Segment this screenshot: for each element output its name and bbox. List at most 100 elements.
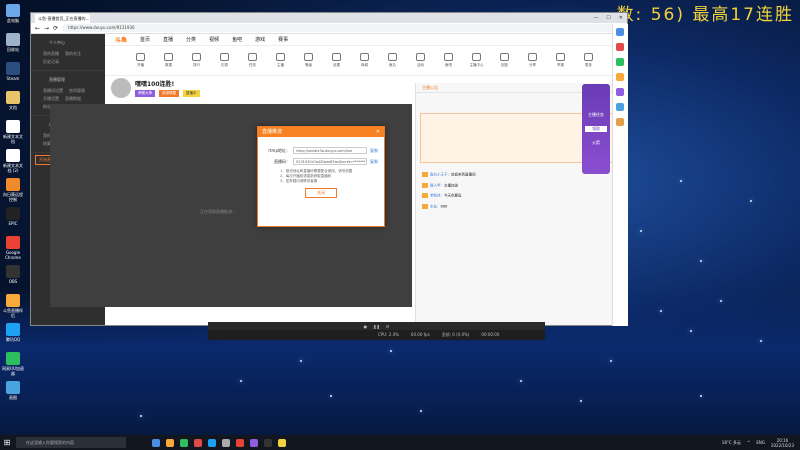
streamer-avatar[interactable]: [111, 78, 131, 98]
tool-label: 开播: [137, 63, 144, 67]
code-field[interactable]: 9131930rOa4ZIwzsB?wsSecret=*******: [293, 158, 367, 165]
clock[interactable]: 20:16 2022/10/23: [771, 438, 794, 448]
desktop-icon[interactable]: Google Chrome: [2, 236, 24, 260]
address-input[interactable]: https://www.douyu.com/9131930: [62, 24, 613, 32]
sidebar-item[interactable]: 直播间设置: [43, 88, 63, 94]
room-tag[interactable]: 英雄联盟: [159, 90, 179, 97]
side-tool-icon[interactable]: [616, 88, 624, 96]
nav-link[interactable]: 直播: [163, 36, 173, 43]
side-tool-icon[interactable]: [616, 28, 624, 36]
maximize-button[interactable]: ☐: [606, 15, 610, 21]
nav-link[interactable]: 首页: [140, 36, 150, 43]
nav-link[interactable]: 赛事: [278, 36, 288, 43]
tool-button[interactable]: 数据: [159, 53, 178, 68]
dialog-close-icon[interactable]: ✕: [376, 127, 380, 137]
tool-icon: [164, 53, 173, 61]
start-icon[interactable]: ⊞: [0, 435, 14, 450]
nav-link[interactable]: 游戏: [255, 36, 265, 43]
copy-code-button[interactable]: 复制: [370, 159, 378, 165]
side-tool-icon[interactable]: [616, 103, 624, 111]
taskbar-app-icon[interactable]: [166, 438, 174, 447]
tray-up-icon[interactable]: ^: [747, 440, 750, 445]
desktop-icon[interactable]: 斗鱼直播伴侣: [2, 294, 24, 318]
nav-link[interactable]: 分类: [186, 36, 196, 43]
tool-button[interactable]: 等级: [299, 53, 318, 68]
desktop-icon[interactable]: 腾讯QQ: [2, 323, 24, 342]
tool-button[interactable]: 举报: [551, 53, 570, 68]
tool-button[interactable]: 设置: [327, 53, 346, 68]
nav-link[interactable]: 视频: [209, 36, 219, 43]
tool-button[interactable]: 回放: [495, 53, 514, 68]
sidebar-item[interactable]: 历史记录: [43, 59, 59, 65]
sidebar-item[interactable]: 开播设置: [43, 96, 59, 102]
rtmp-field[interactable]: rtmp://sendtc3a.douyu.com/live: [293, 147, 367, 154]
side-tool-icon[interactable]: [616, 58, 624, 66]
site-logo[interactable]: 斗鱼: [115, 35, 127, 44]
taskbar-app-icon[interactable]: [194, 438, 202, 447]
side-tool-icon[interactable]: [616, 73, 624, 81]
room-tag[interactable]: 荣耀大神: [135, 90, 155, 97]
obs-record-icon[interactable]: ●: [364, 324, 368, 329]
tool-button[interactable]: 礼物: [215, 53, 234, 68]
chat-user[interactable]: 鱼丸小王子：: [430, 173, 451, 177]
sidebar-section-title[interactable]: 直播管理: [37, 74, 99, 86]
sidebar-item[interactable]: 我的直播: [43, 51, 59, 57]
desktop-icon[interactable]: 向日葵远程控制: [2, 178, 24, 202]
sidebar-item[interactable]: 直播数据: [65, 96, 81, 102]
taskbar-apps: [152, 438, 286, 447]
desktop-icon[interactable]: 文档: [2, 91, 24, 110]
side-tool-icon[interactable]: [616, 43, 624, 51]
refresh-icon[interactable]: ⟳: [53, 25, 58, 32]
close-button[interactable]: ✕: [619, 15, 623, 21]
chat-user[interactable]: 老粉丝：: [430, 194, 444, 198]
forward-icon[interactable]: →: [44, 25, 49, 32]
task-widget[interactable]: 主播任务 领取 火箭: [582, 84, 610, 174]
ime-label[interactable]: ENG: [756, 440, 765, 445]
tool-button[interactable]: 主播: [271, 53, 290, 68]
obs-pause-icon[interactable]: ❚❚: [373, 324, 380, 329]
minimize-button[interactable]: —: [593, 15, 598, 21]
taskbar-search[interactable]: 在这里输入你要搜索的内容: [16, 437, 126, 448]
tool-button[interactable]: 开播: [131, 53, 150, 68]
tool-button[interactable]: 鱼丸: [383, 53, 402, 68]
taskbar-app-icon[interactable]: [222, 438, 230, 447]
tool-button[interactable]: 排行: [187, 53, 206, 68]
obs-stat: 00:00:00: [481, 332, 500, 337]
desktop-icon[interactable]: 新建文本文档 (2): [2, 149, 24, 173]
tool-button[interactable]: 鱼吧: [439, 53, 458, 68]
tool-button[interactable]: 活动: [411, 53, 430, 68]
sidebar-item[interactable]: 我的关注: [65, 51, 81, 57]
desktop-icon[interactable]: 回收站: [2, 33, 24, 52]
tool-button[interactable]: 分享: [523, 53, 542, 68]
desktop-icon[interactable]: EPIC: [2, 207, 24, 226]
desktop-icon[interactable]: 新建文本文档: [2, 120, 24, 144]
desktop-icon[interactable]: Steam: [2, 62, 24, 81]
taskbar-app-icon[interactable]: [152, 438, 160, 447]
tool-button[interactable]: 任务: [243, 53, 262, 68]
desktop-icon[interactable]: 此电脑: [2, 4, 24, 23]
taskbar-app-icon[interactable]: [250, 438, 258, 447]
desktop-icon[interactable]: 画图: [2, 381, 24, 400]
taskbar-app-icon[interactable]: [236, 438, 244, 447]
copy-rtmp-button[interactable]: 复制: [370, 148, 378, 154]
taskbar-app-icon[interactable]: [278, 438, 286, 447]
tool-button[interactable]: 主播中心: [467, 53, 486, 68]
chat-user[interactable]: 路人甲：: [430, 183, 444, 187]
weather-label[interactable]: 18°C 多云: [722, 440, 741, 446]
tool-button[interactable]: 更多: [579, 53, 598, 68]
side-tool-icon[interactable]: [616, 118, 624, 126]
desktop-icon[interactable]: OBS: [2, 265, 24, 284]
sidebar-section-title[interactable]: 个人中心: [37, 37, 99, 49]
obs-settings-icon[interactable]: ⚙: [386, 324, 390, 329]
dialog-close-button[interactable]: 关闭: [305, 188, 337, 198]
taskbar-app-icon[interactable]: [208, 438, 216, 447]
taskbar-app-icon[interactable]: [180, 438, 188, 447]
nav-link[interactable]: 鱼吧: [232, 36, 242, 43]
browser-tab[interactable]: 斗鱼-直播首页_正在直播的...: [35, 13, 90, 23]
back-icon[interactable]: ←: [35, 25, 40, 32]
chat-user[interactable]: 水友：: [430, 204, 441, 208]
desktop-icon[interactable]: 网易UU加速器: [2, 352, 24, 376]
tool-button[interactable]: 商城: [355, 53, 374, 68]
sidebar-item[interactable]: 房间管理: [69, 88, 85, 94]
taskbar-app-icon[interactable]: [264, 438, 272, 447]
